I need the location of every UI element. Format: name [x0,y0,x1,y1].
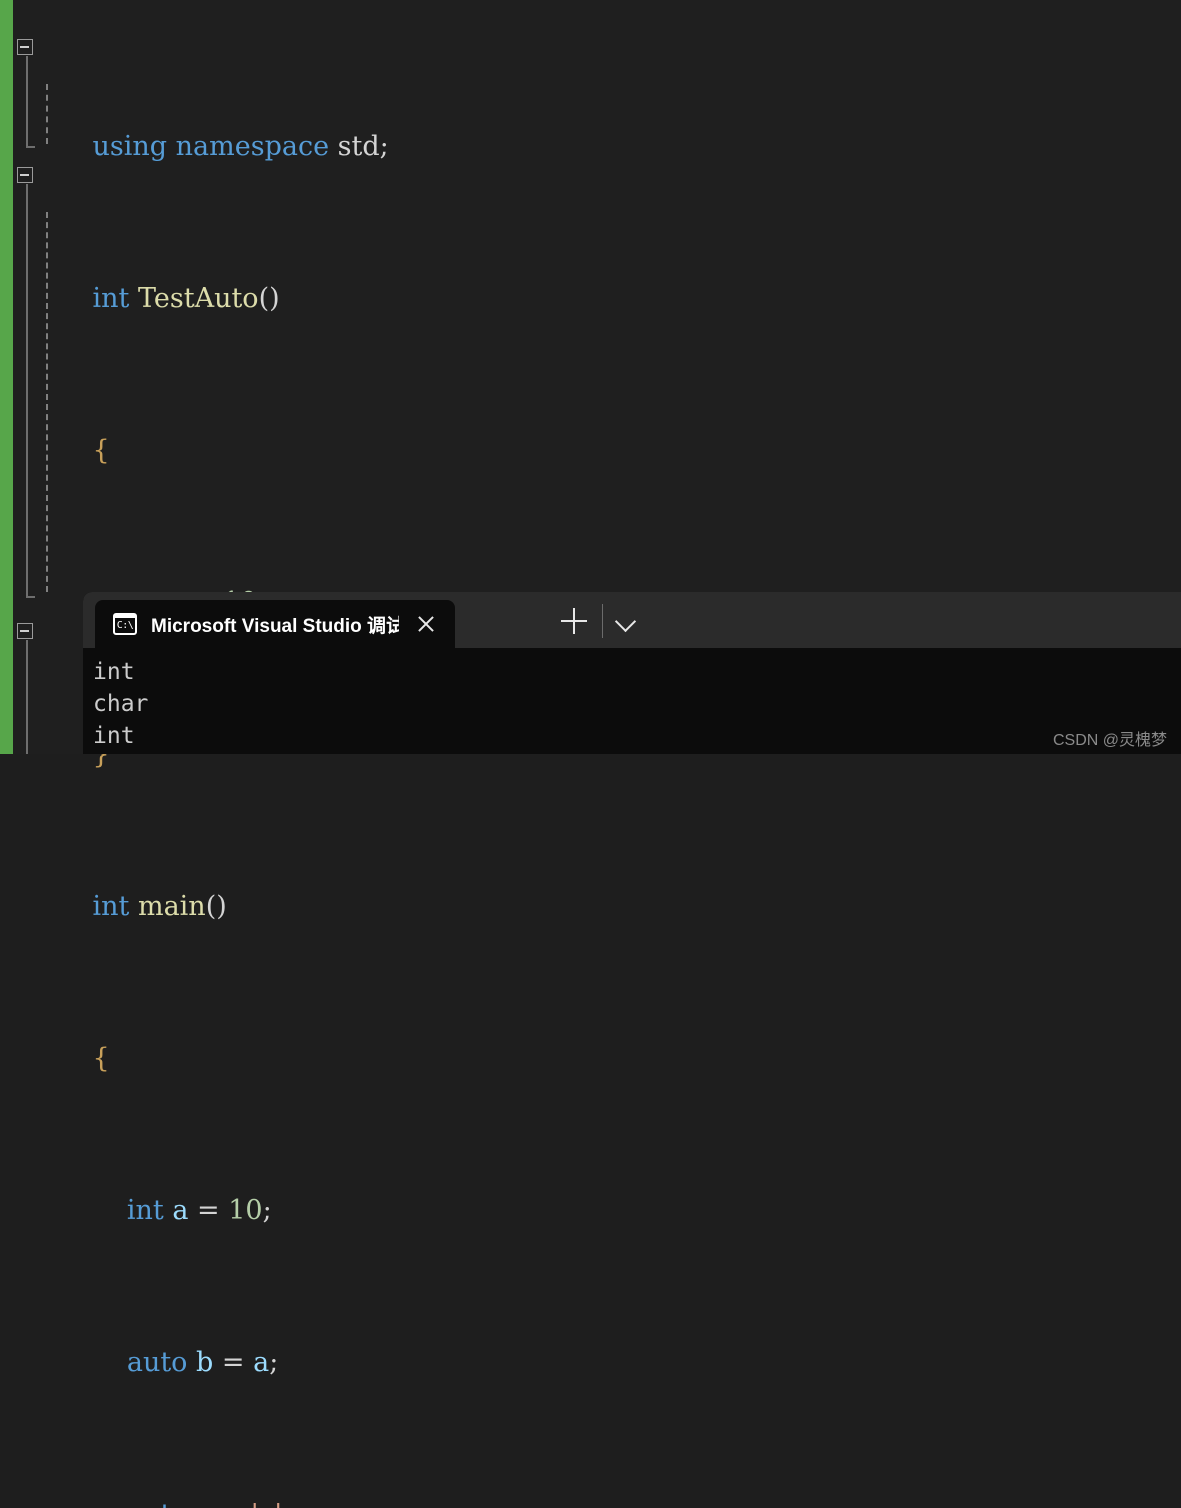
chevron-down-icon[interactable] [610,606,640,636]
watermark: CSDN @灵槐梦 [1052,732,1167,749]
code-line[interactable]: auto b = a; [0,1306,1181,1378]
console-window[interactable]: C:\ Microsoft Visual Studio 调试控 int char… [83,592,1181,754]
new-tab-icon[interactable] [561,608,587,634]
code-line-text: { [92,435,110,466]
code-line-text: auto c = 'a'; [93,1496,291,1508]
code-line-text: int a = 10; [126,1195,272,1226]
console-tab-title: Microsoft Visual Studio 调试控 [151,615,399,637]
code-line-text: int TestAuto() [92,283,280,314]
console-tab-bar[interactable]: C:\ Microsoft Visual Studio 调试控 [83,592,1181,648]
code-line[interactable]: { [0,1002,1181,1074]
code-line[interactable]: auto c = 'a'; [0,1458,1181,1508]
code-line[interactable]: return 10; [0,546,1181,618]
code-line[interactable]: int TestAuto() [0,242,1181,314]
console-output-line: int [93,659,135,685]
console-output-area[interactable]: int char int CSDN @灵槐梦 [83,648,1181,754]
code-line-text: auto b = a; [126,1347,279,1378]
code-line[interactable]: using namespace std; [0,90,1181,162]
toolbar-separator [602,604,603,638]
code-line-text: using namespace std; [92,131,389,162]
console-tab-active[interactable]: C:\ Microsoft Visual Studio 调试控 [95,600,455,648]
code-line-text: { [92,1043,110,1074]
code-line[interactable]: int main() [0,850,1181,922]
console-output-line: int [93,723,135,749]
close-icon[interactable] [413,611,439,637]
code-line[interactable]: int a = 10; [0,1154,1181,1226]
console-prompt-icon: C:\ [113,613,137,635]
code-line[interactable]: { [0,394,1181,466]
code-line-text: int main() [92,891,227,922]
code-text-layer: using namespace std; int TestAuto() { re… [0,0,1181,1508]
console-output-line: char [93,691,149,717]
